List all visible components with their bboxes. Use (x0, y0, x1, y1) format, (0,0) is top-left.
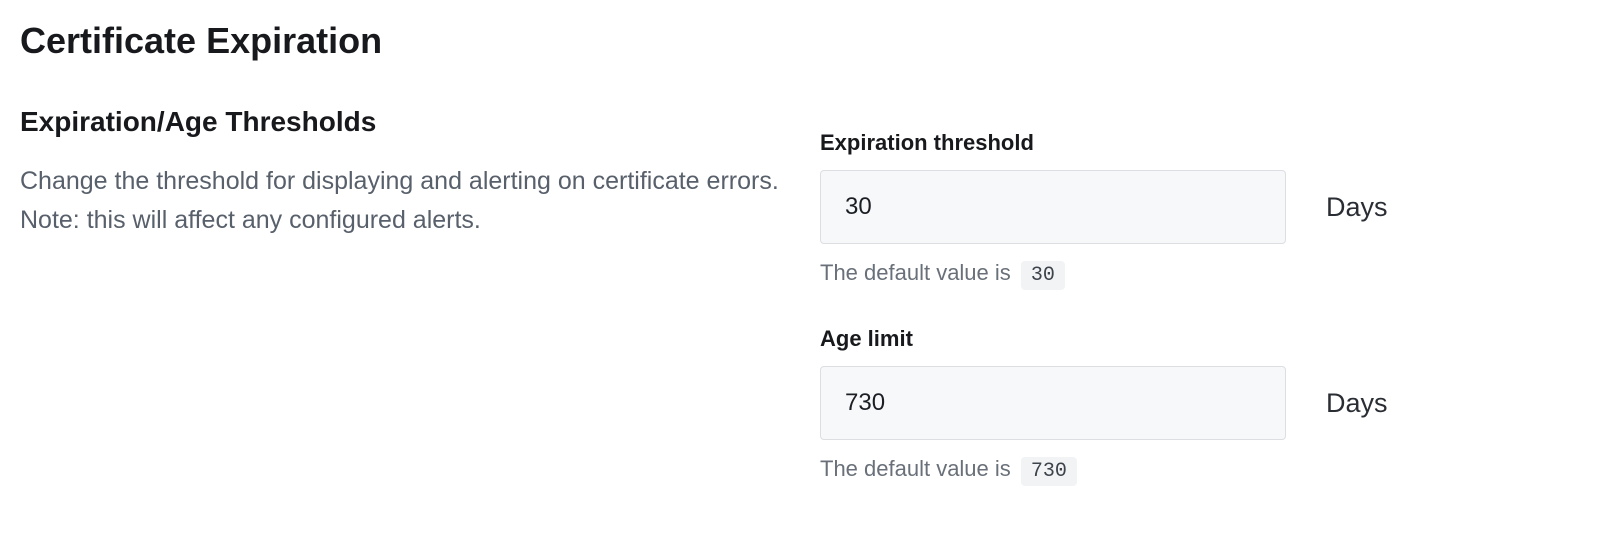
expiration-threshold-field: Expiration threshold Days The default va… (820, 130, 1604, 290)
expiration-default-value: 30 (1021, 261, 1065, 290)
page-title: Certificate Expiration (20, 20, 1604, 62)
expiration-threshold-helper: The default value is 30 (820, 260, 1604, 290)
expiration-threshold-label: Expiration threshold (820, 130, 1604, 156)
section-subtitle: Expiration/Age Thresholds (20, 106, 780, 138)
fields-column: Expiration threshold Days The default va… (820, 106, 1604, 522)
age-limit-input-row: Days (820, 366, 1604, 440)
expiration-threshold-unit: Days (1326, 192, 1388, 223)
age-limit-helper: The default value is 730 (820, 456, 1604, 486)
age-limit-unit: Days (1326, 388, 1388, 419)
description-column: Expiration/Age Thresholds Change the thr… (20, 106, 780, 522)
expiration-helper-prefix: The default value is (820, 260, 1011, 285)
expiration-threshold-input[interactable] (820, 170, 1286, 244)
settings-row: Expiration/Age Thresholds Change the thr… (20, 106, 1604, 522)
age-default-value: 730 (1021, 457, 1077, 486)
age-limit-field: Age limit Days The default value is 730 (820, 326, 1604, 486)
age-limit-input[interactable] (820, 366, 1286, 440)
age-limit-label: Age limit (820, 326, 1604, 352)
section-description: Change the threshold for displaying and … (20, 162, 780, 240)
expiration-threshold-input-row: Days (820, 170, 1604, 244)
age-helper-prefix: The default value is (820, 456, 1011, 481)
